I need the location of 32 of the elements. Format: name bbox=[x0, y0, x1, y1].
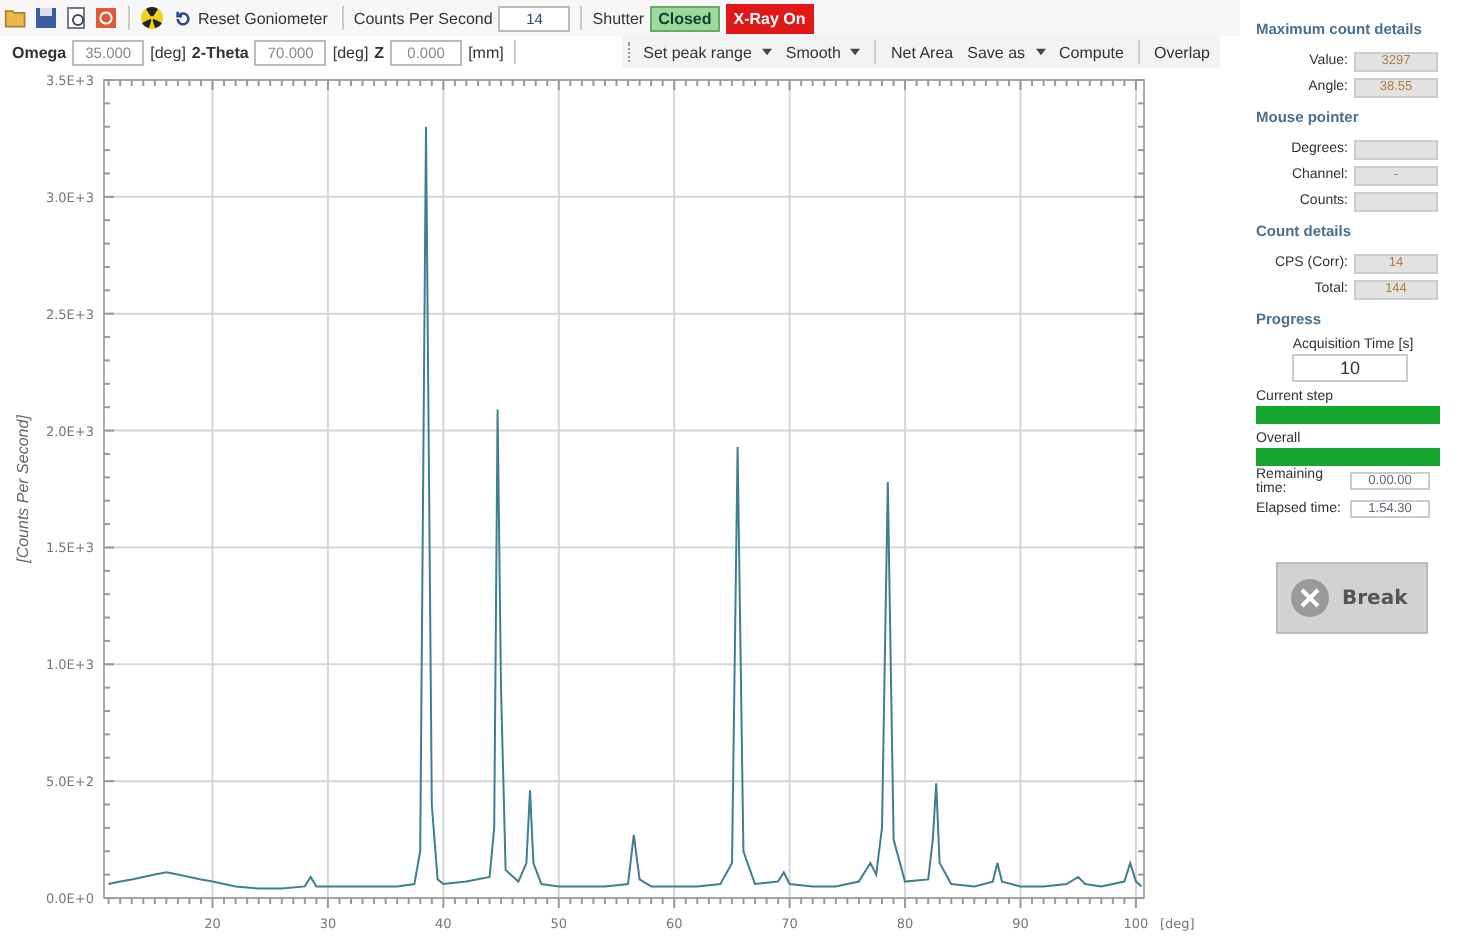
radiation-icon[interactable] bbox=[140, 6, 164, 30]
readout-field bbox=[1354, 191, 1438, 211]
chart-toolbar-dropdown[interactable]: Save as bbox=[963, 43, 1050, 61]
chart-toolbar-dropdown[interactable]: Smooth bbox=[781, 43, 865, 61]
record-icon[interactable] bbox=[94, 6, 118, 30]
caret-icon bbox=[1035, 48, 1046, 56]
shutter-label: Shutter bbox=[592, 9, 645, 27]
undo-icon bbox=[174, 9, 192, 27]
unit-label: [deg] bbox=[332, 43, 369, 61]
counts-per-second-label: Counts Per Second bbox=[353, 9, 493, 27]
acquisition-time-field[interactable]: 10 bbox=[1292, 354, 1408, 382]
readout-field bbox=[1354, 139, 1438, 159]
axis-label: Z bbox=[374, 43, 385, 61]
save-icon[interactable] bbox=[34, 6, 58, 30]
y-axis-label: [Counts Per Second] bbox=[14, 415, 32, 563]
chart-toolbar-button[interactable]: Overlap bbox=[1149, 43, 1214, 61]
caret-icon bbox=[850, 48, 861, 56]
axis-label: Omega bbox=[12, 43, 67, 61]
unit-label: [deg] bbox=[150, 43, 186, 61]
folder-icon[interactable] bbox=[4, 6, 28, 30]
x-ray-on-button[interactable]: X-Ray On bbox=[725, 3, 814, 33]
unit-label: [mm] bbox=[468, 43, 504, 61]
shutter-status: Closed bbox=[650, 5, 720, 31]
axis-label: 2-Theta bbox=[191, 43, 249, 61]
close-icon bbox=[1290, 578, 1330, 618]
chart-toolbar-dropdown[interactable]: Set peak range bbox=[639, 43, 776, 61]
reset-goniometer-button[interactable]: Reset Goniometer bbox=[170, 9, 332, 27]
chart-toolbar-button[interactable]: Net Area bbox=[886, 43, 958, 61]
break-button[interactable]: Break bbox=[1276, 562, 1428, 634]
print-preview-icon[interactable] bbox=[64, 6, 88, 30]
chart-toolbar-button[interactable]: Compute bbox=[1055, 43, 1128, 61]
caret-icon bbox=[761, 48, 772, 56]
